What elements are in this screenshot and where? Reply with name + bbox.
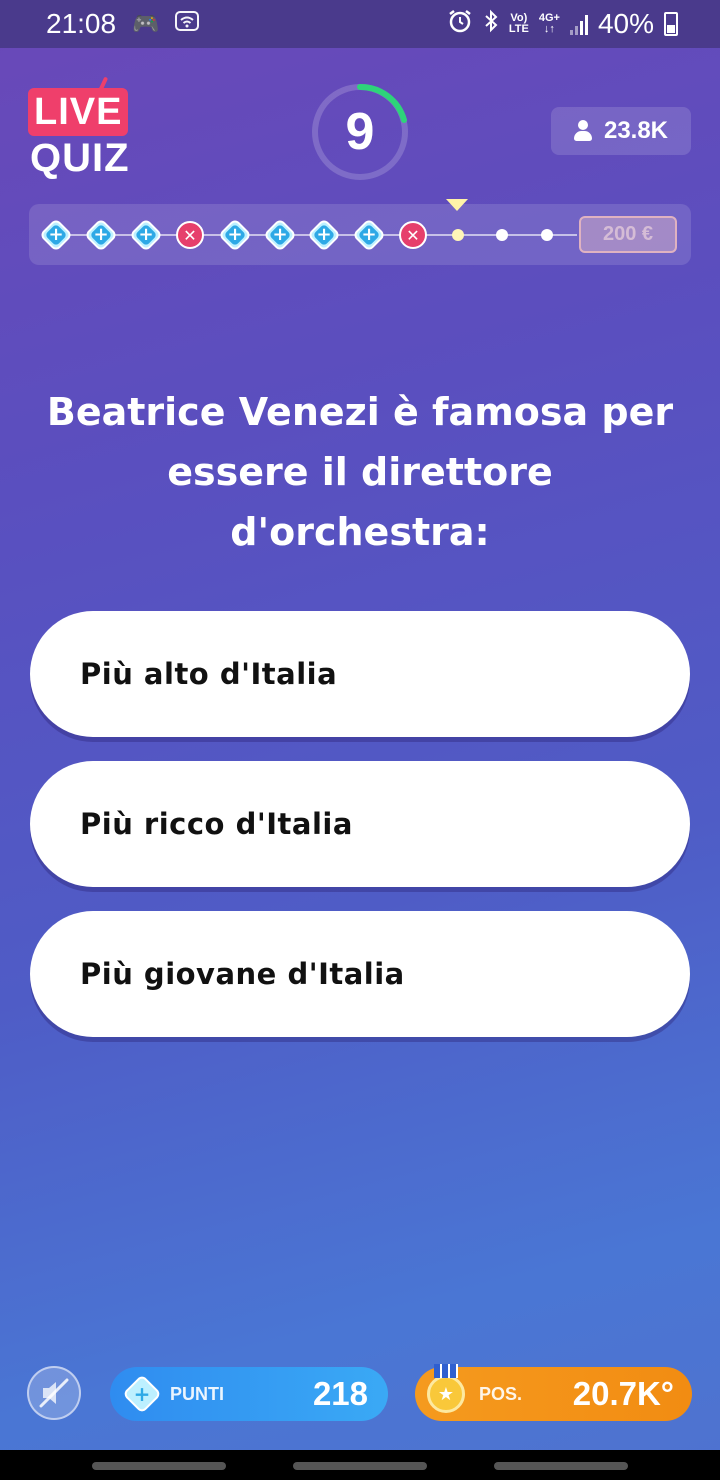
points-value: 218 <box>312 1375 368 1412</box>
points-pill: + PUNTI 218 <box>110 1367 388 1421</box>
question-text: Beatrice Venezi è famosa per essere il d… <box>46 390 674 554</box>
answer-option-1[interactable]: Più alto d'Italia <box>30 611 690 737</box>
nav-recents-button[interactable] <box>92 1462 226 1470</box>
step-correct-diamond-icon: + <box>39 218 73 252</box>
medal-icon: ★ <box>427 1364 465 1413</box>
step-correct-diamond-icon: + <box>129 218 163 252</box>
step-wrong-x-icon: ✕ <box>176 221 204 249</box>
timer-value: 9 <box>345 103 375 161</box>
mute-button[interactable] <box>27 1366 81 1420</box>
muted-speaker-icon <box>39 1378 69 1408</box>
person-icon <box>573 120 592 142</box>
battery-icon <box>664 12 678 36</box>
step-current-dot <box>452 229 464 241</box>
step-correct-diamond-icon: + <box>263 218 297 252</box>
step-pending-dot <box>496 229 508 241</box>
nav-home-button[interactable] <box>293 1462 427 1470</box>
points-label: PUNTI <box>170 1383 224 1404</box>
logo-live-text: LIVE <box>28 88 129 136</box>
wifi-icon <box>175 11 200 37</box>
system-navigation-bar <box>0 1450 720 1480</box>
position-label: POS. <box>479 1383 523 1404</box>
clock: 21:08 <box>46 8 117 39</box>
game-controller-icon: 🎮 <box>132 11 160 36</box>
step-wrong-x-icon: ✕ <box>399 221 427 249</box>
logo-quiz-text: QUIZ <box>30 136 130 180</box>
signal-icon <box>569 13 588 35</box>
live-quiz-logo: LIVE QUIZ <box>28 76 140 186</box>
answer-option-3[interactable]: Più giovane d'Italia <box>30 911 690 1037</box>
bluetooth-icon <box>483 8 499 40</box>
volte-indicator: Vo) LTE <box>508 12 529 35</box>
alarm-icon <box>447 8 473 40</box>
step-correct-diamond-icon: + <box>84 218 118 252</box>
diamond-icon: + <box>122 1374 162 1414</box>
step-correct-diamond-icon: + <box>307 218 341 252</box>
viewer-count-badge: 23.8K <box>551 107 691 155</box>
nav-back-button[interactable] <box>494 1462 628 1470</box>
status-bar: 21:08 🎮 Vo) LTE 4G+ ↓↑ 40% <box>0 0 720 48</box>
answer-option-2[interactable]: Più ricco d'Italia <box>30 761 690 887</box>
step-correct-diamond-icon: + <box>352 218 386 252</box>
step-pending-dot <box>541 229 553 241</box>
step-correct-diamond-icon: + <box>218 218 252 252</box>
position-pill: ★ POS. 20.7K° <box>415 1364 692 1421</box>
current-question-marker-icon <box>446 199 468 211</box>
position-value: 20.7K° <box>572 1375 674 1412</box>
viewer-count: 23.8K <box>603 117 669 144</box>
countdown-timer: 9 <box>310 82 410 182</box>
prize-badge: 200 € <box>579 216 677 253</box>
network-type-indicator: 4G+ ↓↑ <box>538 12 560 35</box>
question-progress-track: + + + ✕ + + + + ✕ 200 € <box>29 199 691 265</box>
battery-percent: 40% <box>597 8 654 39</box>
